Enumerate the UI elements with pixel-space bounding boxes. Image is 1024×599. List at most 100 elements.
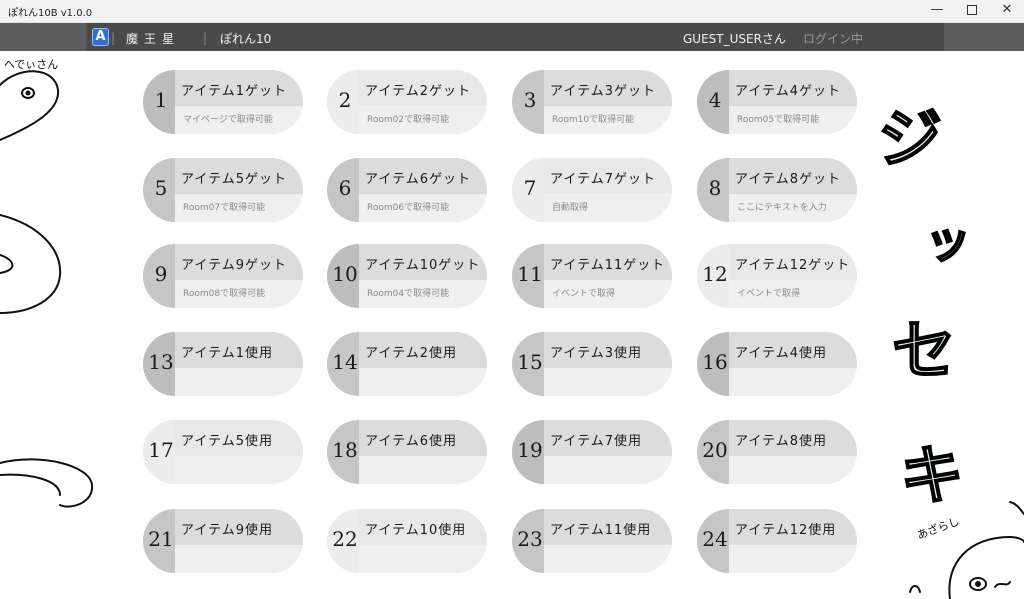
app-name[interactable]: ぽれん10: [220, 30, 271, 47]
item-button[interactable]: 6 アイテム6ゲット Room06で取得可能: [327, 158, 487, 222]
button-number: 8: [708, 176, 722, 200]
decor-big-char: ジ: [877, 102, 943, 178]
button-bottom-band: [729, 545, 857, 573]
button-subtitle: ここにテキストを入力: [737, 203, 827, 213]
button-title: アイテム10ゲット: [365, 258, 481, 273]
button-title: アイテム9ゲット: [181, 258, 287, 273]
maximize-icon: [967, 4, 977, 15]
window-title: ぽれん10B v1.0.0: [8, 8, 93, 19]
header-separator: |: [111, 31, 116, 45]
button-subtitle: Room07で取得可能: [183, 203, 266, 213]
user-name[interactable]: GUEST_USERさん: [683, 30, 786, 47]
button-number: 5: [154, 176, 168, 200]
item-button[interactable]: 11 アイテム11ゲットイベントで取得: [512, 244, 672, 308]
item-button[interactable]: 13 アイテム1使用: [143, 332, 303, 396]
button-subtitle: イベントで取得: [737, 289, 801, 299]
item-button[interactable]: 10 アイテム10ゲット Room04で取得可能: [327, 244, 487, 308]
button-number: 19: [517, 438, 543, 462]
button-number: 20: [702, 438, 728, 462]
button-title: アイテム6ゲット: [365, 172, 471, 187]
button-number: 24: [702, 527, 728, 551]
item-button[interactable]: 5 アイテム5ゲット Room07で取得可能: [143, 158, 303, 222]
button-number: 13: [148, 350, 174, 374]
close-button[interactable]: ✕: [984, 0, 1024, 22]
item-button[interactable]: 2 アイテム2ゲット Room02で取得可能: [327, 70, 487, 134]
button-number: 7: [523, 176, 537, 200]
button-title: アイテム1使用: [181, 346, 273, 361]
button-bottom-band: [175, 368, 303, 396]
button-number: 16: [702, 350, 728, 374]
button-number: 23: [517, 527, 543, 551]
button-title: アイテム11使用: [550, 523, 652, 538]
header-separator: |: [203, 31, 208, 45]
item-button[interactable]: 9 アイテム9ゲット Room08で取得可能: [143, 244, 303, 308]
item-button[interactable]: 20 アイテム8使用: [697, 420, 857, 484]
item-button[interactable]: 23 アイテム11使用: [512, 509, 672, 573]
button-bottom-band: [359, 368, 487, 396]
item-button[interactable]: 24 アイテム12使用: [697, 509, 857, 573]
item-button[interactable]: 15 アイテム3使用: [512, 332, 672, 396]
button-subtitle: Room04で取得可能: [367, 289, 450, 299]
button-number: 3: [523, 88, 537, 112]
button-number: 11: [517, 262, 543, 286]
app-logo-icon[interactable]: A: [92, 28, 109, 46]
button-title: アイテム10使用: [365, 523, 467, 538]
button-subtitle: 自動取得: [552, 203, 589, 213]
button-subtitle: イベントで取得: [552, 289, 616, 299]
item-button[interactable]: 1 アイテム1ゲット マイページで取得可能: [143, 70, 303, 134]
item-button[interactable]: 14 アイテム2使用: [327, 332, 487, 396]
button-number: 10: [332, 262, 358, 286]
decor-big-char: ッ: [924, 213, 972, 269]
button-title: アイテム8ゲット: [735, 172, 841, 187]
button-subtitle: Room08で取得可能: [183, 289, 266, 299]
button-bottom-band: [544, 545, 672, 573]
button-number: 17: [148, 438, 174, 462]
button-title: アイテム12ゲット: [735, 258, 851, 273]
button-bottom-band: [359, 545, 487, 573]
button-title: アイテム8使用: [735, 434, 827, 449]
button-number: 21: [148, 527, 174, 551]
button-subtitle: マイページで取得可能: [183, 115, 273, 125]
item-button[interactable]: 17 アイテム5使用: [143, 420, 303, 484]
button-subtitle: Room02で取得可能: [367, 115, 450, 125]
item-button[interactable]: 22 アイテム10使用: [327, 509, 487, 573]
window-titlebar: ぽれん10B v1.0.0 — ✕: [0, 0, 1024, 23]
button-bottom-band: [544, 456, 672, 484]
button-title: アイテム5ゲット: [181, 172, 287, 187]
item-button[interactable]: 8 アイテム8ゲットここにテキストを入力: [697, 158, 857, 222]
button-number: 14: [332, 350, 358, 374]
item-button[interactable]: 18 アイテム6使用: [327, 420, 487, 484]
button-number: 6: [338, 176, 352, 200]
button-bottom-band: [359, 456, 487, 484]
button-subtitle: Room10で取得可能: [552, 115, 635, 125]
button-title: アイテム9使用: [181, 523, 273, 538]
button-number: 9: [154, 262, 168, 286]
decor-big-char: セ: [891, 314, 957, 390]
button-bottom-band: [175, 456, 303, 484]
button-title: アイテム7ゲット: [550, 172, 656, 187]
item-button[interactable]: 12 アイテム12ゲット イベントで取得: [697, 244, 857, 308]
item-button[interactable]: 4 アイテム4ゲット Room05で取得可能: [697, 70, 857, 134]
item-button[interactable]: 21 アイテム9使用: [143, 509, 303, 573]
button-bottom-band: [729, 456, 857, 484]
button-number: 18: [332, 438, 358, 462]
button-number: 15: [517, 350, 543, 374]
button-title: アイテム6使用: [365, 434, 457, 449]
button-title: アイテム12使用: [735, 523, 837, 538]
item-button[interactable]: 19 アイテム7使用: [512, 420, 672, 484]
button-title: アイテム7使用: [550, 434, 642, 449]
button-title: アイテム2ゲット: [365, 84, 471, 99]
button-bottom-band: [544, 368, 672, 396]
item-button[interactable]: 3 アイテム3ゲット Room10で取得可能: [512, 70, 672, 134]
button-title: アイテム11ゲット: [550, 258, 666, 273]
login-status[interactable]: ログイン中: [803, 30, 863, 47]
button-title: アイテム5使用: [181, 434, 273, 449]
doodle-note: へでぃさん: [4, 58, 59, 71]
button-title: アイテム3使用: [550, 346, 642, 361]
button-bottom-band: [175, 545, 303, 573]
seal-doodle-icon: [909, 501, 1024, 599]
item-button[interactable]: 7 アイテム7ゲット自動取得: [512, 158, 672, 222]
button-subtitle: Room06で取得可能: [367, 203, 450, 213]
item-button[interactable]: 16 アイテム4使用: [697, 332, 857, 396]
brand-name[interactable]: 魔王星: [126, 30, 180, 47]
